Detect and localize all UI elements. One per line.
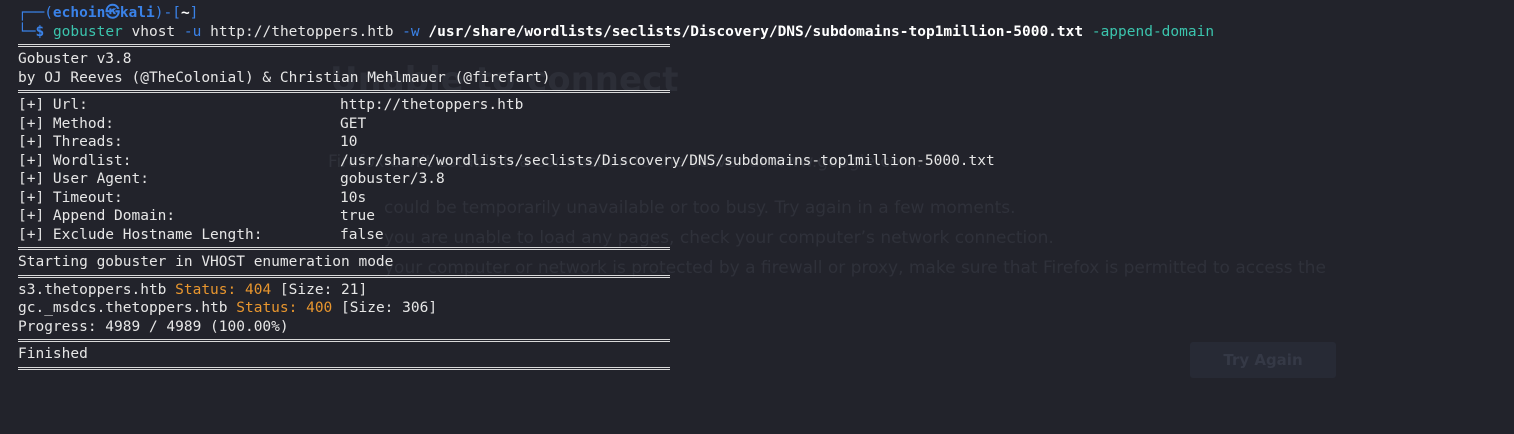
option-label: [+] Append Domain: xyxy=(18,208,176,224)
command-url: http://thetoppers.htb xyxy=(210,23,394,40)
start-message: Starting gobuster in VHOST enumeration m… xyxy=(18,254,394,270)
prompt-corner-bottom: └─ xyxy=(18,23,36,40)
command-flag-w: -w xyxy=(402,23,420,40)
option-value: gobuster/3.8 xyxy=(340,171,445,187)
option-row: [+] Wordlist: /usr/share/wordlists/secli… xyxy=(0,152,1514,171)
prompt-line: ┌──(echoin㉿kali)-[~] xyxy=(0,4,1514,23)
option-value: 10 xyxy=(340,134,358,150)
result-status-code: 404 xyxy=(244,281,272,298)
option-row: [+] Url: http://thetoppers.htb xyxy=(0,96,1514,115)
option-row: [+] Exclude Hostname Length: false xyxy=(0,226,1514,245)
command-program: gobuster xyxy=(52,23,123,40)
prompt-skull-icon: ㉿ xyxy=(105,5,120,21)
terminal-output: ┌──(echoin㉿kali)-[~] └─$ gobuster vhost … xyxy=(0,0,1514,373)
separator xyxy=(18,44,670,47)
option-value: true xyxy=(340,208,375,224)
option-value: GET xyxy=(340,115,367,132)
result-host: gc._msdcs.thetoppers.htb xyxy=(18,300,228,316)
prompt-dir: ~ xyxy=(180,5,190,21)
option-value: 10s xyxy=(340,189,367,206)
command-line[interactable]: └─$ gobuster vhost -u http://thetoppers.… xyxy=(0,23,1514,42)
prompt-bracket: )-[ xyxy=(154,5,181,21)
result-status-label: Status: xyxy=(236,300,298,316)
result-host: s3.thetoppers.htb xyxy=(18,281,167,298)
option-row: [+] User Agent: gobuster/3.8 xyxy=(0,170,1514,189)
prompt-corner-top: ┌──( xyxy=(18,5,53,21)
result-status-label: Status: xyxy=(175,281,237,298)
command-wordlist: /usr/share/wordlists/seclists/Discovery/… xyxy=(428,23,1084,40)
option-row: [+] Append Domain: true xyxy=(0,207,1514,226)
separator xyxy=(18,247,670,250)
result-size: [Size: 21] xyxy=(279,281,368,298)
option-row: [+] Threads: 10 xyxy=(0,133,1514,152)
prompt-symbol: $ xyxy=(35,23,45,40)
option-value: /usr/share/wordlists/seclists/Discovery/… xyxy=(340,152,995,169)
separator xyxy=(18,274,670,278)
progress-line: Progress: 4989 / 4989 (100.00%) xyxy=(18,318,289,335)
command-mode: vhost xyxy=(131,23,176,40)
banner-version: Gobuster v3.8 xyxy=(18,51,132,67)
terminal-window[interactable]: Unable to connect Firefox can’t establis… xyxy=(0,0,1514,434)
option-label: [+] Method: xyxy=(18,115,115,132)
option-label: [+] Timeout: xyxy=(18,189,123,206)
result-row: s3.thetoppers.htb Status: 404 [Size: 21] xyxy=(0,281,1514,300)
option-label: [+] Threads: xyxy=(18,134,123,150)
option-value: false xyxy=(340,226,384,243)
option-label: [+] Url: xyxy=(18,97,88,113)
separator xyxy=(18,366,670,370)
separator xyxy=(18,90,670,93)
prompt-bracket-close: ] xyxy=(189,5,199,21)
result-size: [Size: 306] xyxy=(341,300,438,316)
option-row: [+] Method: GET xyxy=(0,115,1514,134)
option-value: http://thetoppers.htb xyxy=(340,97,524,113)
command-flag-u: -u xyxy=(183,23,202,40)
option-label: [+] Exclude Hostname Length: xyxy=(18,226,263,243)
option-row: [+] Timeout: 10s xyxy=(0,189,1514,208)
separator xyxy=(18,339,670,342)
prompt-host: kali xyxy=(119,5,155,21)
result-row: gc._msdcs.thetoppers.htb Status: 400 [Si… xyxy=(0,299,1514,318)
prompt-user: echoin xyxy=(52,5,106,21)
command-flag-append: -append-domain xyxy=(1091,23,1215,40)
option-label: [+] User Agent: xyxy=(18,171,149,187)
banner-authors: by OJ Reeves (@TheColonial) & Christian … xyxy=(18,69,551,86)
finished-message: Finished xyxy=(18,346,88,362)
result-status-code: 400 xyxy=(306,300,333,316)
option-label: [+] Wordlist: xyxy=(18,152,132,169)
